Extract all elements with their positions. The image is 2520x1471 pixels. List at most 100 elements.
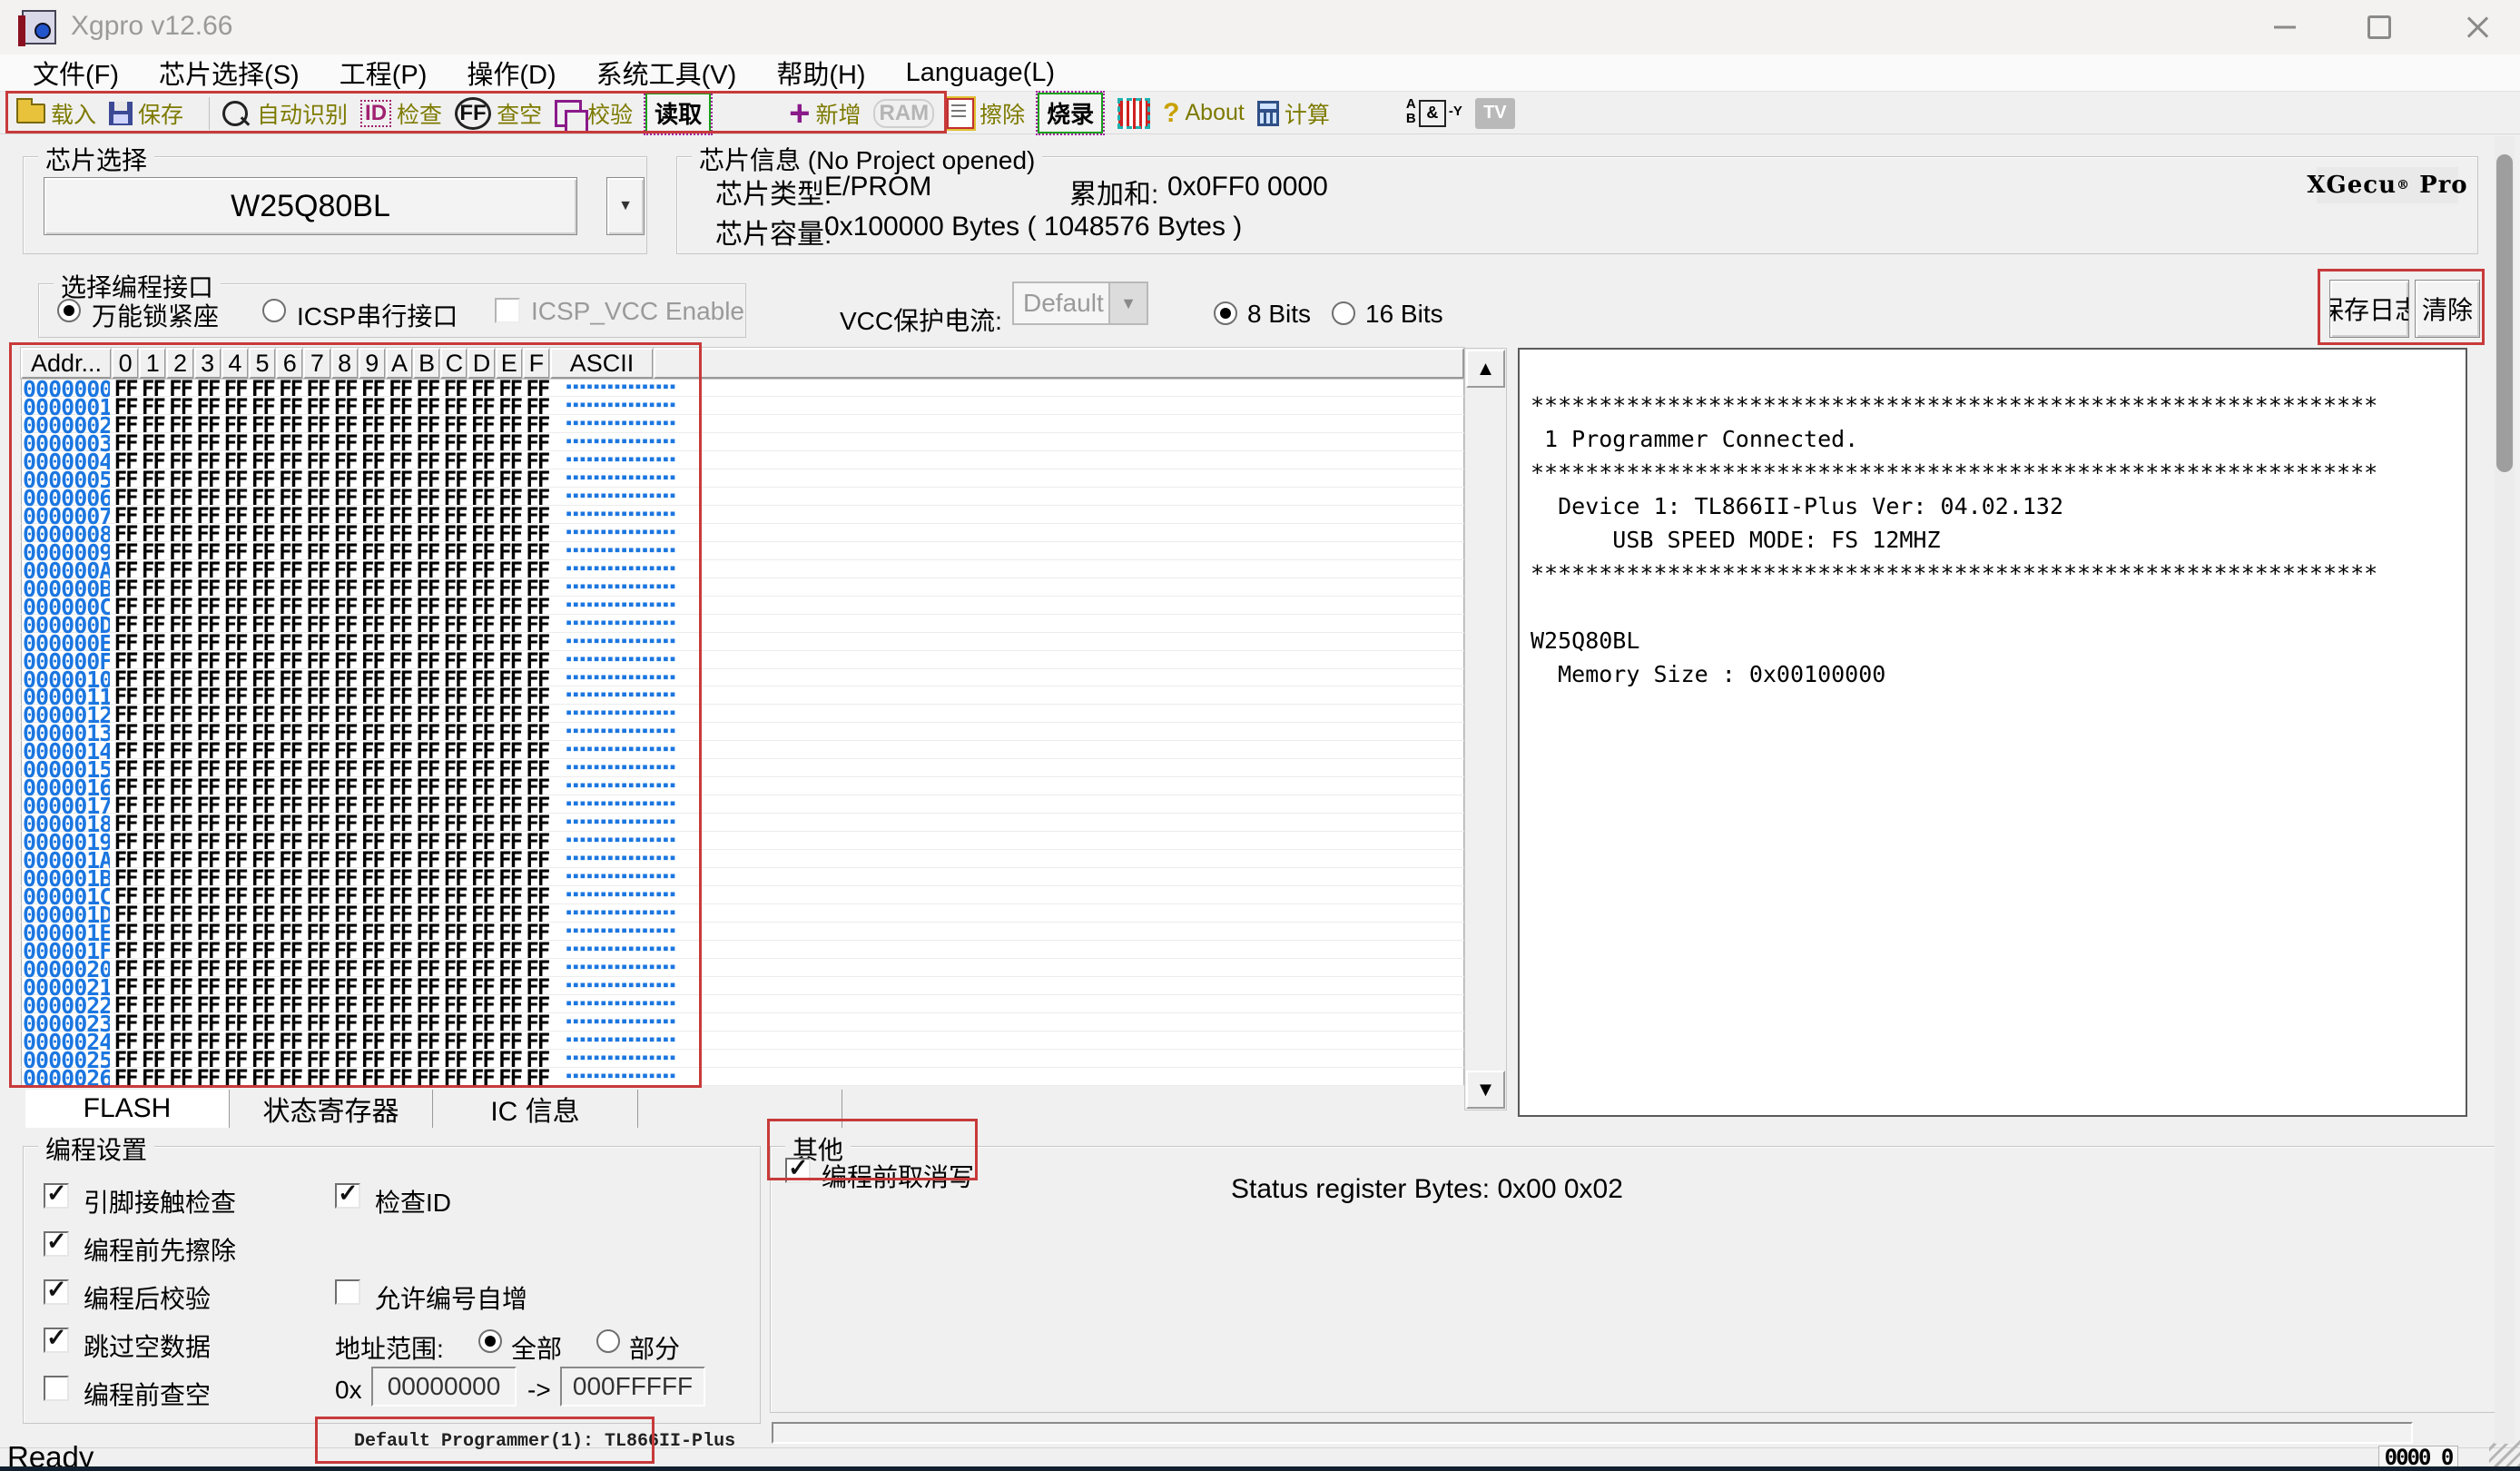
hex-byte-cell[interactable]: FF [524, 1065, 551, 1086]
hex-byte-cell[interactable]: FF [112, 1065, 139, 1086]
chip-dropdown-button[interactable]: ▼ [606, 177, 645, 235]
menu-item[interactable]: 帮助(H) [756, 54, 885, 92]
window-scrollbar-thumb[interactable] [2496, 154, 2513, 472]
menu-item[interactable]: 操作(D) [447, 54, 576, 92]
about-button[interactable]: ?About [1163, 98, 1245, 129]
hex-byte-cell[interactable]: FF [497, 1065, 524, 1086]
tab-状态寄存器[interactable]: 状态寄存器 [230, 1090, 433, 1128]
log-panel[interactable]: ****************************************… [1518, 348, 2467, 1117]
blank-check-button[interactable]: FF查空 [455, 97, 542, 130]
range-start-field[interactable]: 00000000 [371, 1367, 517, 1407]
range-end-field[interactable]: 000FFFFF [560, 1367, 705, 1407]
scroll-down-button[interactable]: ▼ [1466, 1071, 1505, 1109]
hex-byte-cell[interactable]: FF [194, 1065, 221, 1086]
logic-gate-icon: AB&-Y [1406, 98, 1462, 129]
log-line: Device 1: TL866II-Plus Ver: 04.02.132 [1531, 489, 2455, 523]
tv-tool-button[interactable]: TV [1475, 98, 1515, 129]
bits8-radio[interactable] [1214, 301, 1237, 325]
hex-addr-header[interactable]: Addr... [21, 348, 112, 379]
hex-col-header[interactable]: B [413, 348, 440, 379]
hex-col-header[interactable]: D [468, 348, 495, 379]
hex-row-ascii: ▪▪▪▪▪▪▪▪▪▪▪▪▪▪▪▪ [566, 1014, 684, 1027]
clear-log-button[interactable]: 清除 [2415, 280, 2480, 338]
hex-byte-cell[interactable]: FF [304, 1065, 331, 1086]
range-part-radio[interactable] [596, 1329, 620, 1353]
hex-col-header[interactable]: 3 [194, 348, 221, 379]
menu-item[interactable]: 系统工具(V) [576, 54, 757, 92]
check-id-button[interactable]: ID检查 [360, 97, 442, 130]
vcc-current-select[interactable]: Default ▼ [1012, 281, 1148, 325]
hex-row[interactable]: 00000260FFFFFFFFFFFFFFFFFFFFFFFFFFFFFFFF… [21, 1068, 1464, 1086]
hex-col-header[interactable]: 9 [359, 348, 386, 379]
hex-col-header[interactable]: E [496, 348, 523, 379]
add-project-button[interactable]: +新增 [789, 97, 861, 130]
hex-col-header[interactable]: A [386, 348, 413, 379]
hex-row-ascii: ▪▪▪▪▪▪▪▪▪▪▪▪▪▪▪▪ [566, 579, 684, 592]
tab-FLASH[interactable]: FLASH [25, 1090, 230, 1128]
hex-scrollbar[interactable]: ▲ ▼ [1464, 348, 1507, 1111]
save-log-button[interactable]: 保存日志 [2329, 280, 2409, 338]
auto-serial-row: 允许编号自增 [335, 1279, 743, 1308]
auto-serial-checkbox[interactable] [335, 1279, 360, 1305]
hex-byte-cell[interactable]: FF [249, 1065, 276, 1086]
hex-byte-cell[interactable]: FF [441, 1065, 468, 1086]
ram-button[interactable]: RAM [873, 99, 934, 128]
save-button[interactable]: 保存 [109, 97, 183, 130]
erase-button[interactable]: 擦除 [947, 97, 1025, 130]
scroll-up-button[interactable]: ▲ [1466, 350, 1505, 388]
hex-byte-cell[interactable]: FF [359, 1065, 386, 1086]
hex-col-header[interactable]: 8 [331, 348, 359, 379]
hex-col-header[interactable]: 6 [276, 348, 303, 379]
bits16-radio[interactable] [1332, 301, 1355, 325]
window-scrollbar[interactable] [2495, 136, 2515, 1444]
hex-col-header[interactable]: C [440, 348, 468, 379]
check-id-checkbox[interactable] [335, 1183, 360, 1209]
hex-col-header[interactable]: 7 [303, 348, 330, 379]
hex-col-header[interactable]: 1 [139, 348, 166, 379]
setting-checkbox[interactable] [44, 1328, 69, 1353]
menu-item[interactable]: 文件(F) [13, 54, 139, 92]
menu-item[interactable]: Language(L) [886, 58, 1075, 88]
socket-radio[interactable] [57, 299, 81, 322]
hex-col-header[interactable]: 2 [166, 348, 193, 379]
hex-col-header[interactable]: 4 [221, 348, 249, 379]
hex-byte-cell[interactable]: FF [468, 1065, 496, 1086]
hex-byte-cell[interactable]: FF [221, 1065, 249, 1086]
close-button[interactable] [2442, 0, 2513, 54]
setting-checkbox[interactable] [44, 1279, 69, 1305]
hex-byte-cell[interactable]: FF [387, 1065, 414, 1086]
minimize-button[interactable] [2249, 0, 2320, 54]
burn-button[interactable]: 烧录 [1038, 93, 1103, 133]
range-all-radio[interactable] [478, 1329, 502, 1353]
calc-button[interactable]: 计算 [1257, 97, 1330, 130]
hex-byte-cell[interactable]: FF [167, 1065, 194, 1086]
hex-rows[interactable]: 00000000FFFFFFFFFFFFFFFFFFFFFFFFFFFFFFFF… [21, 379, 1464, 1086]
setting-checkbox[interactable] [44, 1231, 69, 1257]
setting-checkbox[interactable] [44, 1183, 69, 1209]
tab-IC 信息[interactable]: IC 信息 [433, 1090, 638, 1128]
chip-pins-button[interactable] [1117, 98, 1150, 129]
hex-col-header[interactable]: 0 [112, 348, 139, 379]
menu-item[interactable]: 芯片选择(S) [139, 54, 320, 92]
hex-byte-cell[interactable]: FF [277, 1065, 304, 1086]
setting-checkbox[interactable] [44, 1376, 69, 1401]
hex-ascii-header[interactable]: ASCII [550, 348, 654, 379]
hex-byte-cell[interactable]: FF [414, 1065, 441, 1086]
load-button[interactable]: 载入 [16, 97, 96, 130]
read-button[interactable]: 读取 [645, 93, 711, 133]
hex-byte-cell[interactable]: FF [139, 1065, 166, 1086]
logic-tool-button[interactable]: AB&-Y [1406, 98, 1462, 129]
cancel-write-protect-checkbox[interactable] [785, 1158, 811, 1183]
verify-button[interactable]: 校验 [555, 97, 633, 130]
menu-item[interactable]: 工程(P) [320, 54, 448, 92]
chip-name-button[interactable]: W25Q80BL [44, 177, 577, 235]
icsp-vcc-checkbox[interactable] [495, 298, 520, 323]
hex-col-header[interactable]: 5 [249, 348, 276, 379]
maximize-button[interactable] [2344, 0, 2415, 54]
hex-col-header[interactable]: F [523, 348, 550, 379]
hex-byte-cell[interactable]: FF [331, 1065, 359, 1086]
ff-magnifier-icon: FF [455, 97, 491, 130]
auto-detect-button[interactable]: 自动识别 [222, 97, 348, 130]
icsp-radio[interactable] [262, 299, 286, 322]
tab-empty[interactable] [638, 1090, 842, 1128]
